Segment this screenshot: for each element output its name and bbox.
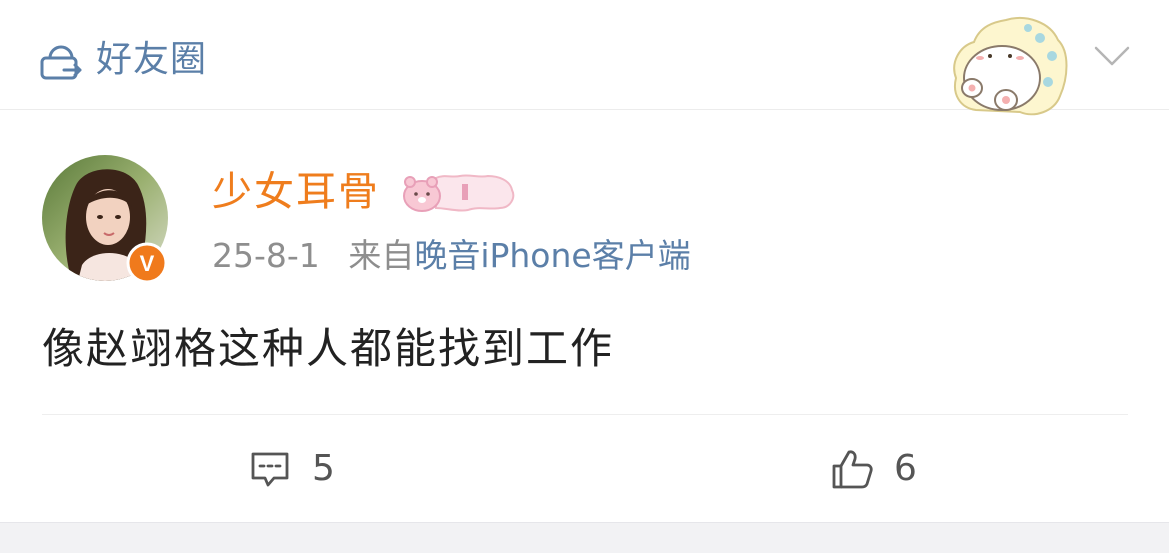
divider — [42, 414, 1128, 415]
page-title[interactable]: 好友圈 — [96, 36, 207, 84]
from-label: 来自 — [348, 236, 415, 275]
verified-badge-icon: V — [126, 242, 168, 284]
comment-icon — [251, 452, 289, 487]
post-meta: 25-8-1 来自晚音iPhone客户端 — [212, 234, 691, 278]
comment-count: 5 — [312, 448, 335, 489]
friends-circle-icon[interactable] — [38, 38, 84, 84]
post-content: 像赵翊格这种人都能找到工作 — [42, 324, 615, 373]
post-date: 25-8-1 — [212, 236, 320, 275]
like-button[interactable]: 6 — [830, 446, 917, 492]
post-source[interactable]: 晚音iPhone客户端 — [414, 236, 690, 275]
footer-band — [0, 522, 1169, 553]
thumbs-up-icon — [832, 450, 873, 489]
like-count: 6 — [894, 448, 917, 489]
bear-sticker — [953, 17, 1068, 116]
bear-vip-badge[interactable] — [400, 170, 516, 214]
comment-button[interactable]: 5 — [248, 446, 335, 492]
verified-badge-text: V — [140, 251, 155, 276]
username[interactable]: 少女耳骨 — [212, 167, 380, 217]
chevron-down-icon[interactable] — [1092, 42, 1132, 70]
top-bar: 好友圈 — [0, 0, 1169, 116]
